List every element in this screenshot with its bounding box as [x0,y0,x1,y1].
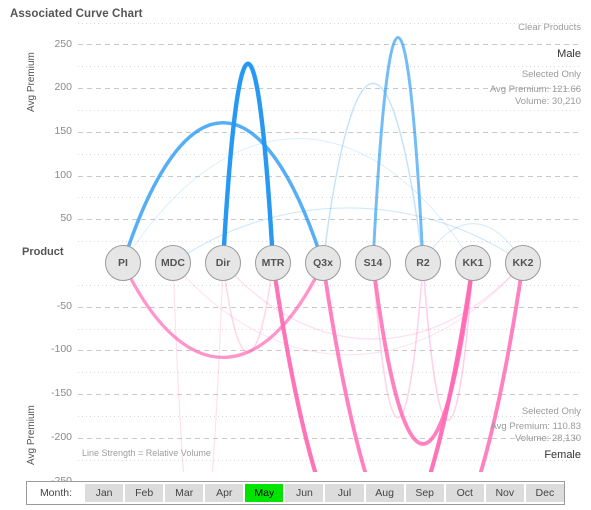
product-node-mtr[interactable]: MTR [255,245,291,281]
y-axis-tick: -200 [50,430,72,443]
y-axis-tick: 50 [60,212,72,225]
y-axis-tick: 200 [54,81,72,94]
male-volume: Volume: 30,210 [514,96,581,107]
female-volume: Volume: 28,130 [514,433,581,444]
line-strength-note: Line Strength = Relative Volume [82,448,211,458]
y-axis-tick: 150 [54,124,72,137]
female-group-label: Female [544,449,581,461]
product-node-kk2[interactable]: KK2 [505,245,541,281]
female-scope-label: Selected Only [521,406,581,417]
product-node-mdc[interactable]: MDC [155,245,191,281]
curve-arc [172,262,224,472]
month-cell-feb[interactable]: Feb [125,484,166,502]
y-axis-tick: -100 [50,343,72,356]
curve-arc [372,262,424,419]
month-cell-oct[interactable]: Oct [445,484,486,502]
product-node-r2[interactable]: R2 [405,245,441,281]
curve-arc [270,260,476,472]
y-axis-tick: -50 [56,299,72,312]
curve-layer [121,36,525,472]
month-cell-aug[interactable]: Aug [365,484,406,502]
month-cell-apr[interactable]: Apr [205,484,246,502]
female-avg-premium: Avg Premium: 110.83 [490,421,581,432]
male-scope-label: Selected Only [521,69,581,80]
x-axis-title: Product [22,246,64,258]
product-node-label: PI [118,257,128,269]
male-avg-premium: Avg Premium: 121.66 [489,84,581,95]
product-node-q3x[interactable]: Q3x [305,245,341,281]
chart-plot-area [0,0,591,472]
curve-arc [371,261,475,446]
curve-arc [371,36,425,265]
product-node-kk1[interactable]: KK1 [455,245,491,281]
curve-arc [220,61,276,266]
product-node-label: KK2 [512,257,534,269]
month-cell-dec[interactable]: Dec [525,484,564,502]
month-cell-mar[interactable]: Mar [165,484,206,502]
month-cell-may[interactable]: May [245,484,286,502]
month-cell-jun[interactable]: Jun [285,484,326,502]
month-cell-jan[interactable]: Jan [85,484,126,502]
month-cell-sep[interactable]: Sep [405,484,446,502]
month-cell-nov[interactable]: Nov [485,484,526,502]
product-node-dir[interactable]: Dir [205,245,241,281]
month-selector-label: Month: [27,482,85,504]
product-node-label: R2 [416,257,430,269]
product-node-label: S14 [363,257,383,269]
product-node-label: MDC [161,257,185,269]
y-axis-tick: -150 [50,387,72,400]
product-node-s14[interactable]: S14 [355,245,391,281]
product-node-pi[interactable]: PI [105,245,141,281]
product-node-label: MTR [261,257,285,269]
male-group-label: Male [557,48,581,60]
month-selector[interactable]: Month: Jan Feb Mar Apr May Jun Jul Aug Sep Oct Nov… [26,481,565,505]
y-axis-tick: 250 [54,37,72,50]
product-node-label: Q3x [313,257,333,269]
y-axis-tick: 100 [54,168,72,181]
month-cell-jul[interactable]: Jul [325,484,366,502]
product-node-label: Dir [215,257,231,269]
product-node-label: KK1 [462,257,484,269]
